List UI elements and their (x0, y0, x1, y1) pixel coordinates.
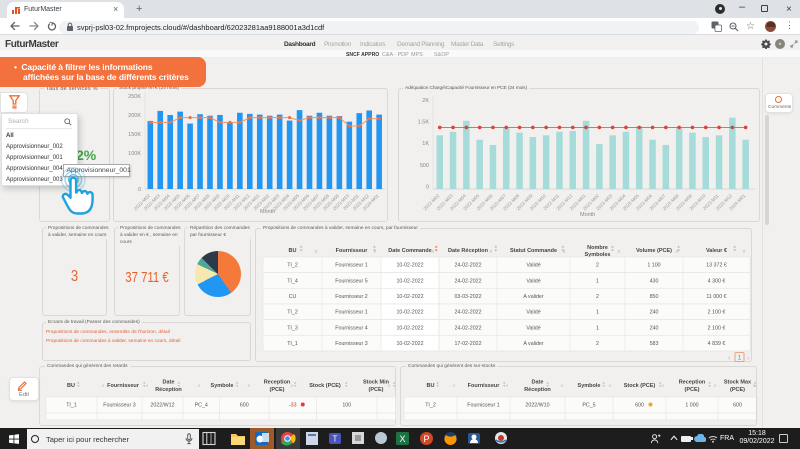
svg-text:X: X (399, 434, 405, 444)
svg-text:T: T (333, 435, 338, 444)
svg-text:P: P (423, 434, 429, 444)
